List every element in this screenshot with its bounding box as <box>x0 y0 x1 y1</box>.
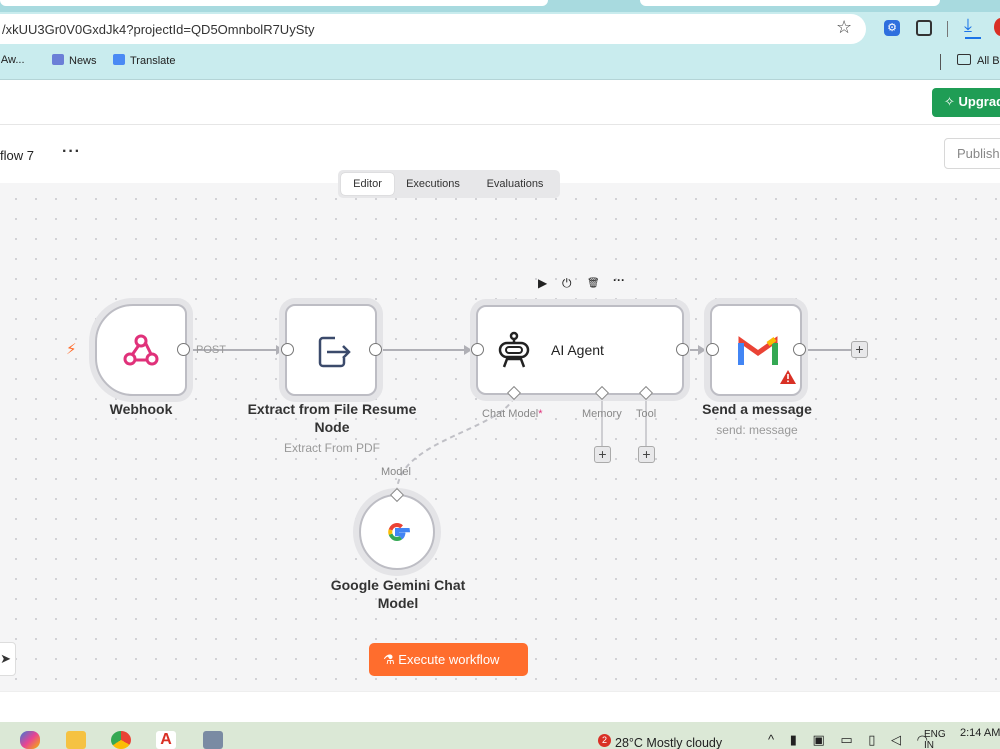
gmail-node-label: Send a message <box>702 401 812 417</box>
robot-icon <box>498 331 530 368</box>
weather-widget[interactable]: 2 28°C Mostly cloudy <box>598 734 722 749</box>
weather-badge: 2 <box>598 734 611 747</box>
file-explorer-icon[interactable] <box>66 731 86 749</box>
cursor-icon: ➤ <box>0 651 11 666</box>
warning-icon[interactable] <box>780 370 796 384</box>
clock[interactable]: 2:14 AM <box>960 727 1000 739</box>
google-icon <box>388 522 410 542</box>
gmail-output-handle[interactable] <box>793 343 806 356</box>
calculator-icon[interactable] <box>203 731 223 749</box>
gmail-node[interactable] <box>710 304 802 396</box>
connection-arrow <box>698 345 706 355</box>
gemini-node-label: Google Gemini Chat Model <box>330 577 466 611</box>
gmail-node-subtitle: send: message <box>716 423 798 437</box>
run-node-icon[interactable]: ▶ <box>538 276 547 290</box>
acrobat-icon[interactable]: A <box>156 731 176 749</box>
execute-workflow-button[interactable]: ⚗ Execute workflow <box>369 643 528 676</box>
node-more-icon[interactable]: ··· <box>613 273 625 287</box>
webhook-output-handle[interactable] <box>177 343 190 356</box>
required-mark: * <box>538 408 543 420</box>
extract-node-label: Extract from File Resume Node <box>247 401 417 435</box>
agent-output-handle[interactable] <box>676 343 689 356</box>
weather-text: 28°C Mostly cloudy <box>615 736 723 749</box>
model-connection-label: Model <box>381 466 411 478</box>
os-taskbar: A 2 28°C Mostly cloudy ^ ▮ ▣ ▭ ▯ ◁ ◠ ENG I… <box>0 722 1000 749</box>
extract-input-handle[interactable] <box>281 343 294 356</box>
delete-icon[interactable]: 🗑 <box>587 278 600 289</box>
ai-agent-node[interactable]: AI Agent <box>476 305 684 395</box>
webhook-icon <box>123 334 159 366</box>
connection-label-post: POST <box>196 344 226 356</box>
extract-node-subtitle: Extract From PDF <box>283 441 380 455</box>
extract-file-icon <box>318 336 351 368</box>
lang-sub-text: IN <box>924 740 934 749</box>
canvas-bottom-panel <box>0 691 1000 722</box>
canvas-tool-button[interactable]: ➤ <box>0 642 16 676</box>
add-node-button[interactable]: + <box>851 341 868 358</box>
webhook-node-label: Webhook <box>109 401 173 417</box>
copilot-icon[interactable] <box>20 731 40 749</box>
power-icon[interactable]: ⏻ <box>562 276 572 291</box>
trigger-bolt-icon: ⚡ <box>66 341 77 358</box>
system-tray-icons[interactable]: ^ ▮ ▣ ▭ ▯ ◁ ◠ <box>768 732 934 748</box>
chat-model-text: Chat Model <box>482 408 539 420</box>
flask-icon: ⚗ <box>383 652 399 667</box>
extract-output-handle[interactable] <box>369 343 382 356</box>
chat-model-label: Chat Model* <box>482 408 543 420</box>
memory-label: Memory <box>582 408 622 420</box>
chrome-icon[interactable] <box>111 731 131 749</box>
add-memory-button[interactable]: + <box>594 446 611 463</box>
add-tool-button[interactable]: + <box>638 446 655 463</box>
extract-node[interactable] <box>285 304 377 396</box>
gmail-icon <box>738 336 778 365</box>
agent-input-handle[interactable] <box>471 343 484 356</box>
ai-agent-label: AI Agent <box>551 342 604 358</box>
execute-label: Execute workflow <box>398 652 500 667</box>
language-indicator[interactable]: ENG IN <box>924 729 946 749</box>
gmail-input-handle[interactable] <box>706 343 719 356</box>
lang-text: ENG <box>924 729 946 740</box>
tool-label: Tool <box>636 408 657 420</box>
gemini-chat-model-node[interactable] <box>359 494 435 570</box>
webhook-node[interactable] <box>95 304 187 396</box>
